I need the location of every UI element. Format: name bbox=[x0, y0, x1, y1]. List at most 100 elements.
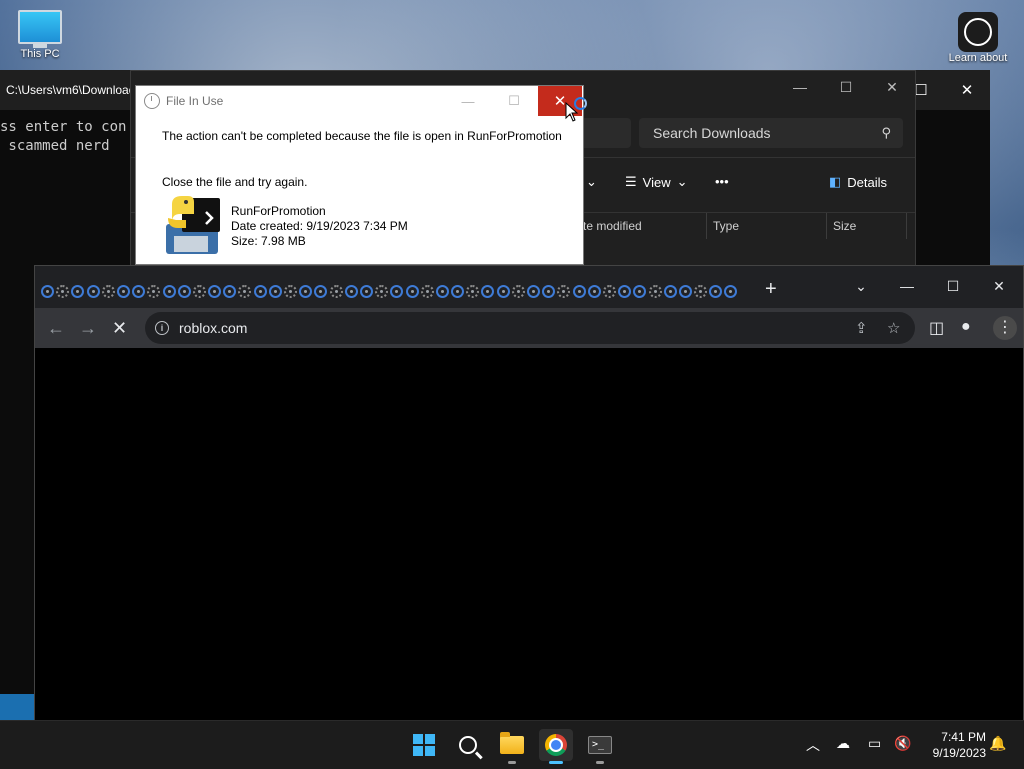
learn-about-icon bbox=[958, 12, 998, 52]
taskbar-clock[interactable]: 7:41 PM 9/19/2023 bbox=[918, 729, 986, 761]
tab-favicon-icon[interactable] bbox=[299, 284, 313, 298]
tab-favicon-icon[interactable] bbox=[116, 284, 130, 298]
tab-favicon-icon[interactable] bbox=[208, 284, 222, 298]
tab-favicon-icon[interactable] bbox=[71, 284, 85, 298]
taskbar-terminal[interactable]: >_ bbox=[583, 729, 617, 764]
clock-icon bbox=[144, 93, 160, 109]
profile-button[interactable]: ● bbox=[961, 318, 971, 336]
tab-favicon-icon[interactable] bbox=[602, 284, 616, 298]
forward-button[interactable]: → bbox=[79, 318, 97, 339]
file-name: RunForPromotion bbox=[231, 204, 326, 218]
taskbar-file-explorer[interactable] bbox=[495, 729, 529, 764]
tab-favicon-icon[interactable] bbox=[314, 284, 328, 298]
tab-favicon-icon[interactable] bbox=[451, 284, 465, 298]
tab-favicon-icon[interactable] bbox=[709, 284, 723, 298]
notifications-icon[interactable]: 🔔 bbox=[989, 735, 1006, 752]
browser-page-content[interactable] bbox=[35, 350, 1023, 721]
details-button[interactable]: ◧ Details bbox=[829, 174, 887, 190]
side-panel-button[interactable]: ◫ bbox=[929, 318, 944, 338]
tab-favicon-icon[interactable] bbox=[618, 284, 632, 298]
tab-favicon-icon[interactable] bbox=[162, 284, 176, 298]
tray-overflow-button[interactable]: ︿ bbox=[806, 735, 820, 755]
chrome-browser-window[interactable]: + ⌄ — ☐ ✕ ← → ✕ i roblox.com ⇪ ☆ ◫ ● ⋮ bbox=[34, 265, 1024, 722]
tab-favicon-icon[interactable] bbox=[253, 284, 267, 298]
tab-favicon-icon[interactable] bbox=[511, 284, 525, 298]
onedrive-icon[interactable]: ☁ bbox=[836, 735, 850, 752]
tab-favicon-icon[interactable] bbox=[192, 284, 206, 298]
tab-favicon-icon[interactable] bbox=[405, 284, 419, 298]
site-info-icon[interactable]: i bbox=[155, 321, 169, 335]
start-button[interactable] bbox=[407, 729, 441, 761]
browser-close-button[interactable]: ✕ bbox=[976, 272, 1022, 300]
new-tab-button[interactable]: + bbox=[765, 278, 777, 301]
column-date-modified[interactable]: te modified bbox=[583, 219, 642, 233]
dialog-minimize-button[interactable]: — bbox=[446, 86, 490, 116]
desktop-icon-this-pc[interactable]: This PC bbox=[14, 8, 66, 60]
sort-dropdown-chevron[interactable]: ⌄ bbox=[586, 174, 597, 190]
search-input[interactable]: Search Downloads ⚲ bbox=[639, 118, 903, 148]
tab-favicon-icon[interactable] bbox=[633, 284, 647, 298]
tab-favicon-icon[interactable] bbox=[223, 284, 237, 298]
bookmark-button[interactable]: ☆ bbox=[887, 319, 900, 337]
network-icon[interactable]: ▭ bbox=[868, 735, 881, 752]
tab-favicon-icon[interactable] bbox=[542, 284, 556, 298]
tab-list[interactable] bbox=[41, 282, 741, 300]
view-list-icon: ☰ bbox=[625, 174, 637, 189]
view-button[interactable]: ☰ View ⌄ bbox=[625, 174, 688, 190]
dialog-titlebar[interactable]: File In Use — ☐ ✕ bbox=[136, 86, 583, 116]
tab-favicon-icon[interactable] bbox=[572, 284, 586, 298]
tab-favicon-icon[interactable] bbox=[177, 284, 191, 298]
tab-favicon-icon[interactable] bbox=[527, 284, 540, 298]
tab-favicon-icon[interactable] bbox=[420, 284, 434, 298]
tab-favicon-icon[interactable] bbox=[694, 284, 708, 298]
tab-favicon-icon[interactable] bbox=[724, 284, 738, 298]
tab-favicon-icon[interactable] bbox=[268, 284, 282, 298]
tab-favicon-icon[interactable] bbox=[390, 284, 404, 298]
file-in-use-dialog[interactable]: File In Use — ☐ ✕ The action can't be co… bbox=[136, 86, 583, 264]
tab-search-button[interactable]: ⌄ bbox=[838, 272, 884, 300]
tab-favicon-icon[interactable] bbox=[359, 284, 373, 298]
console-close-button[interactable]: ✕ bbox=[944, 70, 990, 110]
omnibox[interactable]: i roblox.com ⇪ ☆ bbox=[145, 312, 915, 344]
tab-favicon-icon[interactable] bbox=[329, 284, 343, 298]
windows-logo-icon bbox=[413, 734, 435, 756]
browser-maximize-button[interactable]: ☐ bbox=[930, 272, 976, 300]
tab-favicon-icon[interactable] bbox=[587, 284, 601, 298]
tab-favicon-icon[interactable] bbox=[56, 284, 70, 298]
tab-favicon-icon[interactable] bbox=[238, 284, 252, 298]
taskbar-chrome[interactable] bbox=[539, 729, 573, 764]
tab-favicon-icon[interactable] bbox=[648, 284, 662, 298]
browser-minimize-button[interactable]: — bbox=[884, 272, 930, 300]
tab-favicon-icon[interactable] bbox=[86, 284, 100, 298]
explorer-minimize-button[interactable]: — bbox=[777, 71, 823, 103]
taskbar-search-button[interactable] bbox=[451, 729, 485, 761]
tab-favicon-icon[interactable] bbox=[663, 284, 677, 298]
tab-favicon-icon[interactable] bbox=[101, 284, 115, 298]
tab-favicon-icon[interactable] bbox=[375, 284, 389, 298]
tab-favicon-icon[interactable] bbox=[557, 284, 571, 298]
tab-favicon-icon[interactable] bbox=[435, 284, 449, 298]
column-type[interactable]: Type bbox=[713, 219, 739, 233]
tab-favicon-icon[interactable] bbox=[466, 284, 480, 298]
tab-favicon-icon[interactable] bbox=[284, 284, 297, 298]
volume-muted-icon[interactable]: 🔇 bbox=[894, 735, 911, 752]
tab-favicon-icon[interactable] bbox=[344, 284, 358, 298]
column-size[interactable]: Size bbox=[833, 219, 856, 233]
back-button[interactable]: ← bbox=[47, 318, 65, 339]
chrome-icon bbox=[545, 734, 567, 756]
tab-favicon-icon[interactable] bbox=[132, 284, 146, 298]
tab-favicon-icon[interactable] bbox=[147, 284, 161, 298]
tab-favicon-icon[interactable] bbox=[481, 284, 495, 298]
more-options-button[interactable]: ••• bbox=[715, 174, 729, 189]
menu-button[interactable]: ⋮ bbox=[993, 316, 1017, 340]
stop-loading-button[interactable]: ✕ bbox=[112, 318, 127, 339]
desktop-icon-learn-about[interactable]: Learn about bbox=[940, 12, 1016, 64]
explorer-close-button[interactable]: ✕ bbox=[869, 71, 915, 103]
tab-favicon-icon[interactable] bbox=[41, 284, 54, 298]
tab-strip[interactable]: + ⌄ — ☐ ✕ bbox=[35, 266, 1023, 308]
explorer-maximize-button[interactable]: ☐ bbox=[823, 71, 869, 103]
dialog-maximize-button[interactable]: ☐ bbox=[492, 86, 536, 116]
tab-favicon-icon[interactable] bbox=[678, 284, 692, 298]
share-button[interactable]: ⇪ bbox=[855, 319, 868, 337]
tab-favicon-icon[interactable] bbox=[496, 284, 510, 298]
